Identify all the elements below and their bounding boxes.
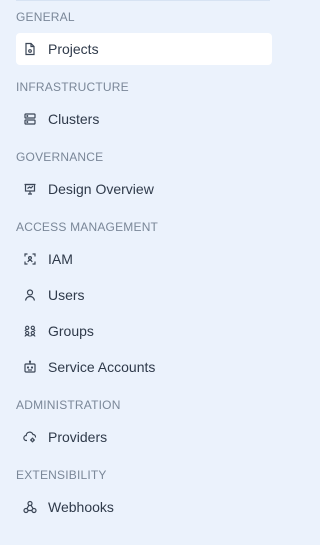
file-settings-icon xyxy=(22,41,38,57)
users-group-icon xyxy=(22,323,38,339)
scan-face-icon xyxy=(22,251,38,267)
section-title-access-management: ACCESS MANAGEMENT xyxy=(16,220,159,234)
sidebar-item-groups[interactable]: Groups xyxy=(16,315,272,347)
sidebar-item-label: Providers xyxy=(48,429,108,445)
sidebar-item-label: IAM xyxy=(48,251,73,267)
section-title-administration: ADMINISTRATION xyxy=(16,398,121,412)
sidebar-item-iam[interactable]: IAM xyxy=(16,243,272,275)
sidebar-item-label: Service Accounts xyxy=(48,359,156,375)
section-title-infrastructure: INFRASTRUCTURE xyxy=(16,80,129,94)
sidebar-item-projects[interactable]: Projects xyxy=(16,33,272,65)
bot-icon xyxy=(22,359,38,375)
section-title-extensibility: EXTENSIBILITY xyxy=(16,468,107,482)
sidebar-item-label: Design Overview xyxy=(48,181,154,197)
sidebar: GENERAL Projects INFRASTRUCTURE Clusters… xyxy=(0,0,282,545)
cloud-cog-icon xyxy=(22,429,38,445)
sidebar-item-users[interactable]: Users xyxy=(16,279,272,311)
server-icon xyxy=(22,111,38,127)
top-divider xyxy=(16,0,270,1)
webhook-icon xyxy=(22,499,38,515)
sidebar-item-service-accounts[interactable]: Service Accounts xyxy=(16,351,272,383)
sidebar-item-label: Users xyxy=(48,287,85,303)
section-title-general: GENERAL xyxy=(16,10,75,24)
sidebar-item-webhooks[interactable]: Webhooks xyxy=(16,491,272,523)
sidebar-item-label: Groups xyxy=(48,323,94,339)
presentation-icon xyxy=(22,181,38,197)
section-title-governance: GOVERNANCE xyxy=(16,150,104,164)
sidebar-item-label: Projects xyxy=(48,41,99,57)
sidebar-item-design-overview[interactable]: Design Overview xyxy=(16,173,272,205)
user-icon xyxy=(22,287,38,303)
sidebar-item-clusters[interactable]: Clusters xyxy=(16,103,272,135)
sidebar-item-label: Webhooks xyxy=(48,499,114,515)
sidebar-item-label: Clusters xyxy=(48,111,100,127)
sidebar-item-providers[interactable]: Providers xyxy=(16,421,272,453)
